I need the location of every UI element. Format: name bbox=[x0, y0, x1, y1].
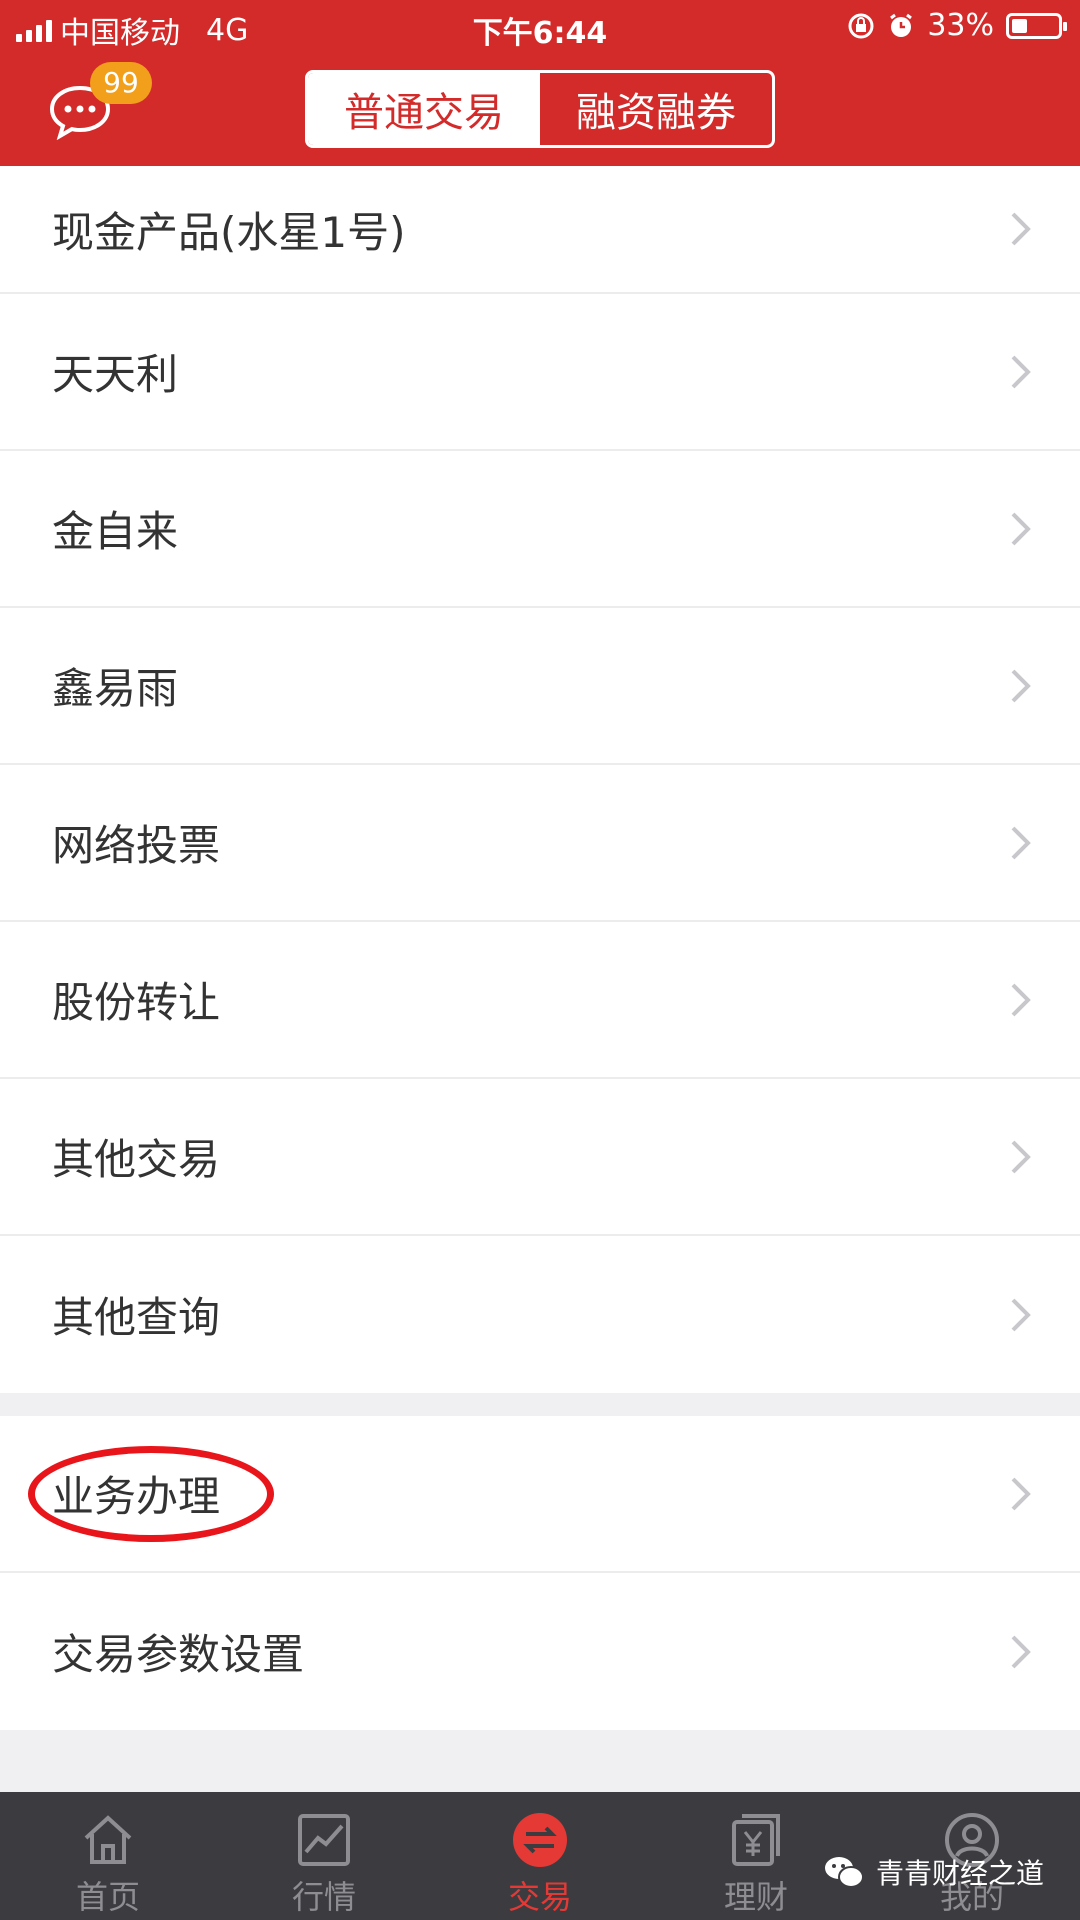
battery-percent: 33% bbox=[927, 8, 994, 43]
chevron-right-icon bbox=[1010, 1139, 1032, 1175]
list-item-share-transfer[interactable]: 股份转让 bbox=[0, 922, 1080, 1079]
list-item-xinyiyu[interactable]: 鑫易雨 bbox=[0, 608, 1080, 765]
list-item-trade-settings[interactable]: 交易参数设置 bbox=[0, 1573, 1080, 1730]
list-item-cash-product[interactable]: 现金产品(水星1号) bbox=[0, 166, 1080, 294]
list-item-label: 其他查询 bbox=[52, 1293, 221, 1342]
message-badge: 99 bbox=[90, 62, 152, 104]
list-item-label: 其他交易 bbox=[52, 1135, 221, 1184]
tab-home[interactable]: 首页 bbox=[0, 1792, 216, 1920]
list-item-tiantianli[interactable]: 天天利 bbox=[0, 294, 1080, 451]
app-header: 中国移动 4G 下午6:44 33% 99 普通交易 融资融券 bbox=[0, 0, 1080, 166]
trade-menu-list: 现金产品(水星1号) 天天利 金自来 鑫易雨 网络投票 股份转让 其他交易 其他… bbox=[0, 166, 1080, 1393]
finance-icon bbox=[732, 1814, 780, 1866]
list-item-label: 业务办理 bbox=[52, 1472, 221, 1521]
list-item-other-query[interactable]: 其他查询 bbox=[0, 1236, 1080, 1393]
battery-level bbox=[1012, 18, 1027, 33]
chevron-right-icon bbox=[1010, 1476, 1032, 1512]
rotation-lock-icon bbox=[848, 13, 874, 38]
watermark: 青青财经之道 bbox=[824, 1852, 1044, 1892]
chevron-right-icon bbox=[1010, 211, 1032, 247]
status-right: 33% bbox=[847, 8, 1067, 43]
list-item-business-handling[interactable]: 业务办理 bbox=[0, 1416, 1080, 1573]
home-icon bbox=[84, 1815, 132, 1864]
chevron-right-icon bbox=[1010, 511, 1032, 547]
chevron-right-icon bbox=[1010, 668, 1032, 704]
chevron-right-icon bbox=[1010, 825, 1032, 861]
chevron-right-icon bbox=[1010, 982, 1032, 1018]
tab-label: 首页 bbox=[75, 1878, 140, 1916]
chevron-right-icon bbox=[1010, 1634, 1032, 1670]
chart-icon bbox=[298, 1814, 350, 1866]
tab-label: 行情 bbox=[291, 1878, 356, 1916]
tab-margin-trade[interactable]: 融资融券 bbox=[540, 73, 772, 145]
list-item-label: 现金产品(水星1号) bbox=[52, 207, 406, 257]
service-menu-list: 业务办理 交易参数设置 bbox=[0, 1416, 1080, 1730]
trade-type-segment: 普通交易 融资融券 bbox=[305, 70, 775, 148]
watermark-text: 青青财经之道 bbox=[875, 1857, 1044, 1890]
exchange-icon bbox=[513, 1813, 567, 1867]
wechat-icon bbox=[824, 1857, 864, 1888]
list-item-online-voting[interactable]: 网络投票 bbox=[0, 765, 1080, 922]
nav-bar: 99 普通交易 融资融券 bbox=[0, 54, 1080, 166]
list-item-label: 天天利 bbox=[52, 350, 179, 399]
list-item-jinzilai[interactable]: 金自来 bbox=[0, 451, 1080, 608]
battery-icon bbox=[1006, 12, 1067, 39]
list-item-other-trade[interactable]: 其他交易 bbox=[0, 1079, 1080, 1236]
tab-trade[interactable]: 交易 bbox=[432, 1792, 648, 1920]
tab-normal-trade[interactable]: 普通交易 bbox=[308, 73, 540, 145]
tab-market[interactable]: 行情 bbox=[216, 1792, 432, 1920]
chevron-right-icon bbox=[1010, 354, 1032, 390]
alarm-icon bbox=[890, 13, 913, 37]
list-item-label: 网络投票 bbox=[52, 821, 221, 870]
list-item-label: 金自来 bbox=[52, 507, 179, 556]
list-item-label: 股份转让 bbox=[52, 978, 221, 1027]
tab-label: 交易 bbox=[507, 1878, 572, 1916]
list-item-label: 交易参数设置 bbox=[52, 1630, 305, 1679]
chevron-right-icon bbox=[1010, 1297, 1032, 1333]
list-item-label: 鑫易雨 bbox=[52, 664, 179, 713]
status-bar: 中国移动 4G 下午6:44 33% bbox=[0, 0, 1080, 54]
